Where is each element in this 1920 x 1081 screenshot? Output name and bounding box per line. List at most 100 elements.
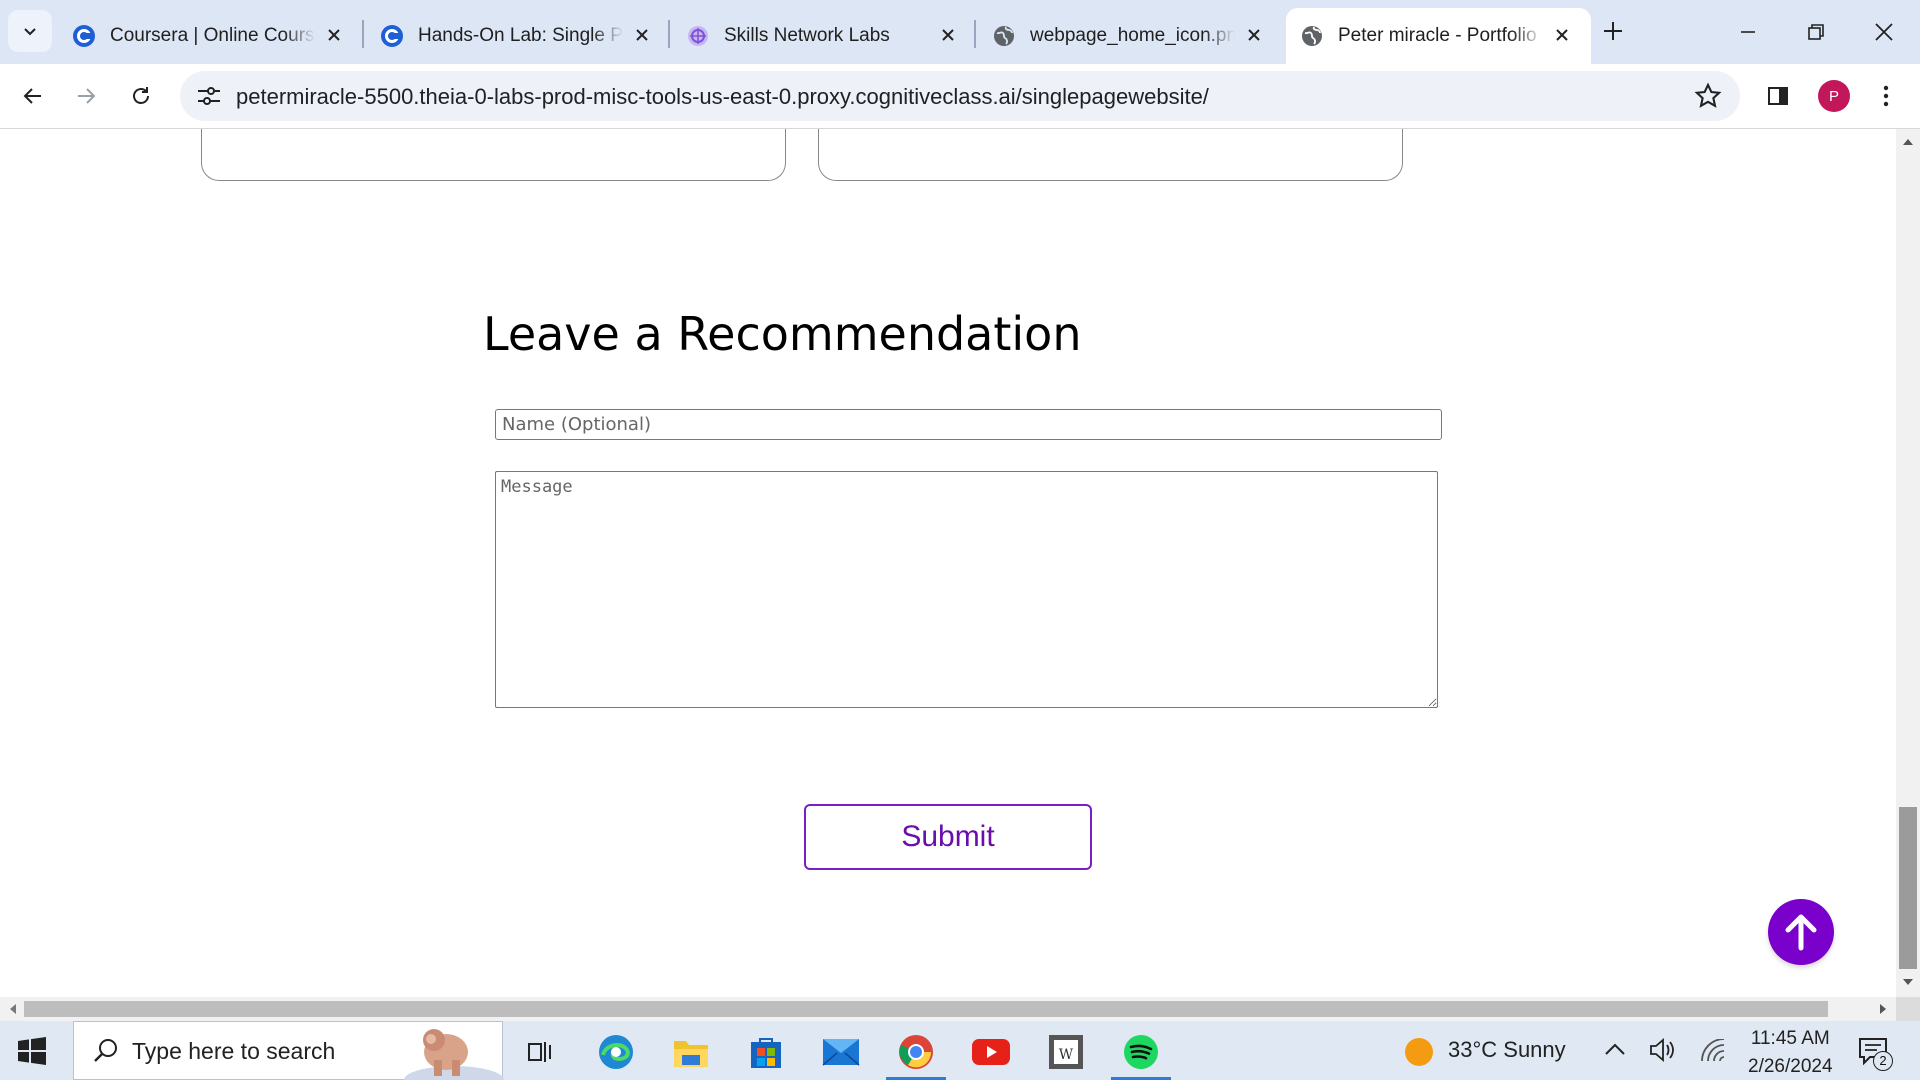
taskbar-youtube[interactable] bbox=[961, 1027, 1021, 1077]
tab-strip: Coursera | Online Courses Hands-On Lab: … bbox=[0, 0, 1920, 64]
vertical-scroll-thumb[interactable] bbox=[1899, 807, 1917, 969]
back-button[interactable] bbox=[15, 78, 51, 114]
search-icon bbox=[94, 1039, 117, 1062]
close-icon[interactable] bbox=[631, 24, 653, 46]
file-explorer-icon bbox=[674, 1041, 708, 1067]
restore-icon bbox=[1808, 24, 1824, 40]
menu-button[interactable] bbox=[1868, 78, 1904, 114]
chrome-icon bbox=[899, 1035, 933, 1069]
weather-text[interactable]: 33°C Sunny bbox=[1448, 1037, 1566, 1063]
notification-center-button[interactable]: 2 bbox=[1858, 1037, 1893, 1071]
taskbar-file-explorer[interactable] bbox=[661, 1027, 721, 1077]
task-view-icon bbox=[528, 1042, 551, 1062]
tab-title: Skills Network Labs bbox=[724, 25, 890, 46]
close-window-button[interactable] bbox=[1866, 14, 1902, 50]
taskbar-store[interactable] bbox=[736, 1027, 796, 1077]
name-input[interactable] bbox=[495, 409, 1442, 440]
clock-time: 11:45 AM bbox=[1750, 1028, 1830, 1049]
submit-button[interactable]: Submit bbox=[804, 804, 1092, 870]
globe-icon bbox=[1302, 26, 1322, 46]
scrollbar-corner bbox=[1896, 997, 1920, 1021]
tab-title: Coursera | Online Courses bbox=[110, 25, 315, 46]
close-icon[interactable] bbox=[323, 24, 345, 46]
minimize-button[interactable] bbox=[1730, 14, 1766, 50]
bookmark-star-icon[interactable] bbox=[1694, 82, 1722, 110]
coursera-icon bbox=[381, 25, 403, 47]
reload-button[interactable] bbox=[123, 78, 159, 114]
address-bar[interactable]: petermiracle-5500.theia-0-labs-prod-misc… bbox=[180, 71, 1740, 121]
tab-skills-network[interactable]: Skills Network Labs bbox=[672, 8, 977, 64]
taskbar-search-box[interactable]: Type here to search bbox=[73, 1021, 504, 1080]
volume-icon[interactable] bbox=[1648, 1037, 1676, 1063]
arrow-left-icon bbox=[23, 88, 41, 104]
taskbar-task-view[interactable] bbox=[510, 1027, 570, 1077]
search-highlight-illustration bbox=[404, 1029, 504, 1080]
chevron-up-icon[interactable] bbox=[1604, 1041, 1626, 1057]
tab-portfolio[interactable]: Peter miracle - Portfolio bbox=[1286, 8, 1591, 64]
notification-badge: 2 bbox=[1873, 1051, 1893, 1071]
wifi-icon[interactable] bbox=[1700, 1039, 1726, 1063]
spotify-icon bbox=[1124, 1035, 1158, 1069]
horizontal-scrollbar[interactable] bbox=[0, 997, 1896, 1021]
close-icon[interactable] bbox=[1551, 24, 1573, 46]
tab-title: Peter miracle - Portfolio bbox=[1338, 25, 1537, 46]
tab-divider bbox=[974, 20, 976, 48]
new-tab-plus-icon[interactable] bbox=[1598, 16, 1628, 46]
tab-coursera[interactable]: Coursera | Online Courses bbox=[58, 8, 363, 64]
close-icon[interactable] bbox=[937, 24, 959, 46]
system-clock[interactable]: 11:45 AM 2/26/2024 bbox=[1748, 1025, 1833, 1081]
tab-webpage-home-icon[interactable]: webpage_home_icon.png bbox=[978, 8, 1283, 64]
message-textarea[interactable] bbox=[495, 471, 1438, 708]
profile-avatar[interactable]: P bbox=[1818, 80, 1850, 112]
side-panel-icon bbox=[1768, 87, 1788, 105]
clock-date: 2/26/2024 bbox=[1748, 1056, 1833, 1077]
vertical-scrollbar[interactable] bbox=[1896, 129, 1920, 997]
restore-button[interactable] bbox=[1798, 14, 1834, 50]
arrow-right-icon bbox=[78, 88, 96, 104]
close-icon[interactable] bbox=[1243, 24, 1265, 46]
scroll-up-arrow-icon[interactable] bbox=[1902, 137, 1914, 147]
store-icon bbox=[751, 1038, 781, 1068]
project-card bbox=[818, 129, 1403, 181]
wps-icon: W bbox=[1049, 1035, 1083, 1069]
taskbar-edge[interactable] bbox=[586, 1027, 646, 1077]
taskbar-wps[interactable]: W bbox=[1036, 1027, 1096, 1077]
kebab-menu-icon bbox=[1883, 85, 1889, 107]
tab-title: webpage_home_icon.png bbox=[1030, 25, 1235, 46]
url-text[interactable]: petermiracle-5500.theia-0-labs-prod-misc… bbox=[236, 84, 1209, 110]
taskbar-chrome[interactable] bbox=[886, 1027, 946, 1080]
scroll-right-arrow-icon[interactable] bbox=[1878, 1003, 1888, 1015]
tab-hands-on-lab[interactable]: Hands-On Lab: Single Page bbox=[366, 8, 671, 64]
tab-divider bbox=[668, 20, 670, 48]
minimize-icon bbox=[1741, 31, 1755, 33]
tab-search-button[interactable] bbox=[8, 10, 52, 52]
recommendation-heading: Leave a Recommendation bbox=[483, 307, 1082, 361]
skills-network-icon bbox=[688, 26, 708, 46]
tab-divider bbox=[362, 20, 364, 48]
site-settings-icon[interactable] bbox=[194, 82, 224, 110]
scroll-down-arrow-icon[interactable] bbox=[1902, 977, 1914, 987]
horizontal-scroll-thumb[interactable] bbox=[24, 1001, 1828, 1017]
sun-weather-icon bbox=[1405, 1038, 1433, 1066]
taskbar-mail[interactable] bbox=[811, 1027, 871, 1077]
scroll-left-arrow-icon[interactable] bbox=[8, 1003, 18, 1015]
arrow-up-icon bbox=[1785, 914, 1817, 951]
search-placeholder: Type here to search bbox=[132, 1038, 336, 1064]
windows-taskbar: Type here to search W 33°C Sunny 11:45 A… bbox=[0, 1021, 1920, 1080]
tab-title: Hands-On Lab: Single Page bbox=[418, 25, 623, 46]
reload-icon bbox=[133, 87, 149, 104]
forward-button[interactable] bbox=[68, 78, 104, 114]
coursera-icon bbox=[73, 25, 95, 47]
taskbar-spotify[interactable] bbox=[1111, 1027, 1171, 1080]
windows-start-icon[interactable] bbox=[18, 1037, 46, 1065]
edge-icon bbox=[599, 1035, 633, 1069]
globe-icon bbox=[994, 26, 1014, 46]
close-icon bbox=[1875, 23, 1893, 41]
page-viewport: Leave a Recommendation Submit bbox=[0, 129, 1896, 997]
svg-text:W: W bbox=[1059, 1047, 1074, 1063]
browser-toolbar: petermiracle-5500.theia-0-labs-prod-misc… bbox=[0, 64, 1920, 129]
scroll-to-top-button[interactable] bbox=[1768, 899, 1834, 965]
chevron-down-icon bbox=[24, 28, 36, 36]
side-panel-button[interactable] bbox=[1760, 78, 1796, 114]
project-card bbox=[201, 129, 786, 181]
